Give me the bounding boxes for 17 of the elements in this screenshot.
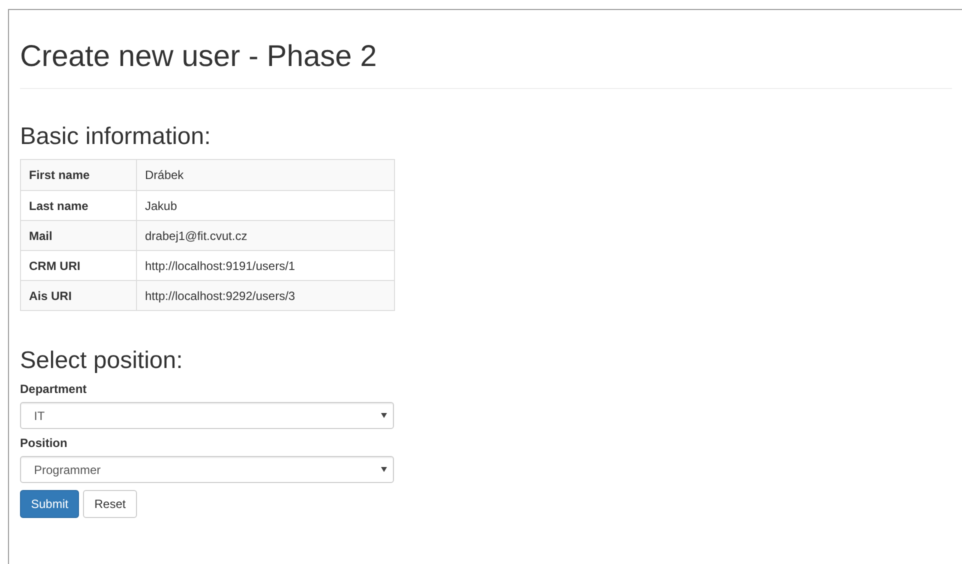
- section-heading: Basic information:: [20, 123, 212, 151]
- field-label: Department: [20, 382, 88, 396]
- page-title: Create new user - Phase 2: [20, 39, 378, 75]
- select-field[interactable]: Programmer: [20, 456, 394, 483]
- select-field[interactable]: IT: [20, 402, 394, 429]
- caret-icon: [381, 413, 387, 418]
- submit-button[interactable]: Submit: [20, 490, 80, 518]
- table-cell-text: drabej1@fit.cvut.cz: [144, 228, 248, 244]
- table-header-cell: Ais URI: [21, 281, 137, 310]
- caret-icon: [381, 467, 387, 472]
- table-cell-text: http://localhost:9191/users/1: [144, 258, 296, 274]
- reset-button[interactable]: Reset: [83, 490, 137, 518]
- table-cell-text: Drábek: [144, 167, 185, 184]
- field-label: Position: [20, 436, 68, 450]
- section-heading: Select position:: [20, 347, 184, 375]
- table-cell-text: Jakub: [144, 198, 178, 214]
- table-cell-text: http://localhost:9292/users/3: [144, 288, 296, 304]
